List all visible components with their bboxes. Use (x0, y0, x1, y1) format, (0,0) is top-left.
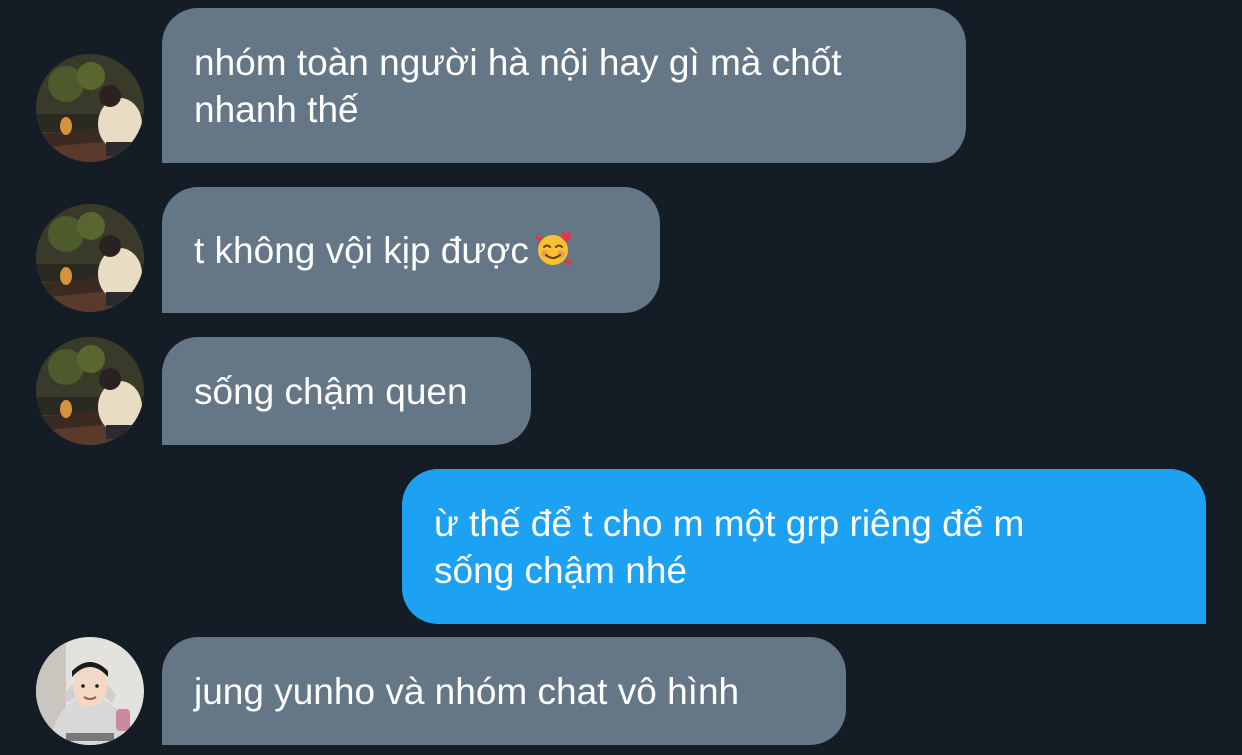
avatar-photo-cat (36, 204, 144, 312)
message-bubble-incoming[interactable]: nhóm toàn người hà nội hay gì mà chốt nh… (162, 8, 966, 163)
sender-avatar[interactable] (36, 204, 144, 312)
sender-avatar[interactable] (36, 637, 144, 745)
message-text-line: sống chậm nhé (434, 549, 688, 591)
avatar-photo-cat (36, 54, 144, 162)
sender-avatar[interactable] (36, 337, 144, 445)
message-text-line: nhóm toàn người hà nội hay gì mà chốt (194, 41, 842, 83)
message-bubble-outgoing[interactable]: ừ thế để t cho m một grp riêng để m sống… (402, 469, 1206, 624)
message-text-line: t không vội kịp được (194, 227, 628, 274)
avatar-photo-cat (36, 337, 144, 445)
smiling-face-with-hearts-icon (535, 231, 572, 266)
message-text-line: nhanh thế (194, 88, 359, 130)
message-text-line: sống chậm quen (194, 370, 468, 412)
message-bubble-incoming[interactable]: jung yunho và nhóm chat vô hình (162, 637, 846, 745)
message-text-line: jung yunho và nhóm chat vô hình (194, 670, 740, 712)
message-text-line: ừ thế để t cho m một grp riêng để m (434, 502, 1025, 544)
sender-avatar[interactable] (36, 54, 144, 162)
avatar-photo-hoodie (36, 637, 144, 745)
message-bubble-incoming[interactable]: t không vội kịp được (162, 187, 660, 313)
message-bubble-incoming[interactable]: sống chậm quen (162, 337, 531, 445)
